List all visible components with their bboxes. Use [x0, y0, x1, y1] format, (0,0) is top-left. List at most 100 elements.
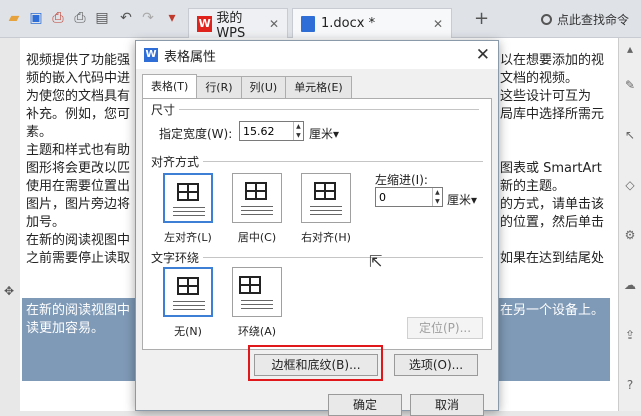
new-tab-icon[interactable]: + [474, 10, 489, 28]
close-icon[interactable]: ✕ [476, 45, 490, 65]
text-lines-icon [173, 301, 205, 313]
selected-line: 读更加容易。 [26, 321, 105, 336]
indent-unit-select[interactable]: 厘米▾ [447, 191, 477, 208]
ok-button[interactable]: 确定 [328, 394, 402, 416]
width-spinner[interactable]: ▲▼ [239, 121, 304, 141]
tab-table[interactable]: 表格(T) [142, 74, 198, 98]
tab-row[interactable]: 行(R) [196, 76, 242, 98]
size-section: 尺寸 [151, 101, 485, 118]
document-line-right: 如果在达到结尾处 [500, 251, 605, 266]
position-button[interactable]: 定位(P)... [407, 317, 483, 339]
print-icon[interactable]: ⎙ [72, 10, 88, 26]
wrap-none-label: 无(N) [174, 325, 202, 338]
command-search-label: 点此查找命令 [557, 13, 630, 27]
table-grid-icon [314, 182, 336, 200]
indent-stepper[interactable]: ▲ ▼ [431, 188, 442, 206]
dialog-title: 表格属性 [164, 49, 217, 65]
cancel-button[interactable]: 取消 [410, 394, 484, 416]
customize-toolbar-icon[interactable]: ▾ [164, 10, 180, 26]
indent-label: 左缩进(I): [375, 173, 428, 187]
property-icon[interactable]: ⚙ [623, 228, 637, 242]
share-icon[interactable]: ⇪ [623, 328, 637, 342]
tab-document[interactable]: 1.docx * ✕ [292, 8, 452, 38]
document-line-right [500, 142, 606, 160]
dialog-tabs: 表格(T) 行(R) 列(U) 单元格(E) [142, 74, 352, 98]
table-grid-icon [239, 276, 261, 294]
alignment-section: 对齐方式 [151, 153, 485, 170]
document-line-right: 以在想要添加的视 [500, 53, 605, 68]
document-line-right: 局库中选择所需元 [500, 107, 605, 122]
tab-cell[interactable]: 单元格(E) [285, 76, 352, 98]
document-line-right: 这些设计可互为 [500, 89, 592, 104]
print-preview-icon[interactable]: ▤ [94, 10, 110, 26]
text-lines-icon [241, 300, 273, 312]
wrapping-section-label: 文字环绕 [151, 251, 200, 265]
document-icon [301, 15, 315, 32]
document-text-right: 以在想要添加的视 文档的视频。 这些设计可互为 局库中选择所需元 图表或 SmartAr… [500, 52, 606, 268]
width-unit-select[interactable]: 厘米▾ [309, 125, 339, 142]
alignment-section-label: 对齐方式 [151, 155, 200, 169]
options-button[interactable]: 选项(O)... [394, 354, 478, 376]
tab-my-wps-label: 我的WPS [216, 10, 246, 41]
wrap-around-label: 环绕(A) [237, 325, 277, 338]
width-input[interactable] [240, 122, 293, 140]
undo-icon[interactable]: ↶ [118, 10, 134, 26]
indent-input[interactable] [376, 188, 432, 206]
text-lines-icon [310, 206, 342, 218]
align-right-option[interactable] [301, 173, 351, 223]
wps-writer-icon: W [144, 48, 158, 62]
indent-spinner[interactable]: ▲▼ [375, 187, 443, 207]
document-line-right: 新的主题。 [500, 179, 566, 194]
highlight-box [248, 345, 383, 381]
width-stepper[interactable]: ▲ ▼ [292, 122, 303, 140]
selected-text: 在新的阅读视图中 读更加容易。 [26, 302, 130, 338]
table-move-handle-icon[interactable]: ✥ [4, 284, 14, 298]
sidebar-expand-icon[interactable]: ▴ [623, 42, 637, 56]
wrapping-section: 文字环绕 [151, 249, 485, 266]
export-pdf-icon[interactable]: ⎙ [50, 10, 66, 26]
wps-logo-icon: W [197, 15, 213, 32]
align-left-option[interactable] [163, 173, 213, 223]
selected-text-right: 在另一个设备上。 [500, 303, 605, 318]
table-grid-icon [177, 277, 199, 295]
document-line-right: 图表或 SmartArt [500, 161, 602, 176]
wrap-around-option[interactable] [232, 267, 282, 317]
close-tab-icon[interactable]: ✕ [433, 17, 443, 31]
close-tab-icon[interactable]: ✕ [269, 17, 279, 31]
document-line-right: 的位置，然后单击 [500, 215, 605, 230]
table-grid-icon [245, 182, 267, 200]
shape-icon[interactable]: ◇ [623, 178, 637, 192]
redo-icon[interactable]: ↷ [140, 10, 156, 26]
backup-icon[interactable]: ☁ [623, 278, 637, 292]
document-line-right: 文档的视频。 [500, 71, 579, 86]
command-search[interactable]: 点此查找命令 [541, 11, 629, 28]
table-grid-icon [177, 183, 199, 201]
select-icon[interactable]: ↖ [623, 128, 637, 142]
table-tab-panel: 尺寸 指定宽度(W): ▲▼ 厘米▾ 对齐方式 左对齐(L) 居中(C) 右对齐… [142, 98, 492, 350]
align-center-label: 居中(C) [237, 231, 277, 244]
wrap-none-option[interactable] [163, 267, 213, 317]
document-line-right [500, 124, 606, 142]
align-center-option[interactable] [232, 173, 282, 223]
save-icon[interactable]: ▣ [28, 10, 44, 26]
open-folder-icon[interactable]: ▰ [6, 10, 22, 26]
text-lines-icon [241, 206, 273, 218]
search-icon [541, 14, 552, 25]
tab-column[interactable]: 列(U) [240, 76, 287, 98]
selected-line: 在新的阅读视图中 [26, 303, 131, 318]
tab-document-label: 1.docx * [321, 16, 376, 31]
right-sidebar: ▴ ✎ ↖ ◇ ⚙ ☁ ⇪ ? [618, 38, 641, 411]
dialog-titlebar[interactable]: W 表格属性 [136, 41, 498, 69]
help-icon[interactable]: ? [623, 378, 637, 392]
style-icon[interactable]: ✎ [623, 78, 637, 92]
width-label: 指定宽度(W): [159, 127, 233, 141]
document-line-right: 的方式，请单击该 [500, 197, 605, 212]
title-toolbar: ▰ ▣ ⎙ ⎙ ▤ ↶ ↷ ▾ W 我的WPS ✕ 1.docx * ✕ + 点… [0, 0, 641, 41]
tab-my-wps[interactable]: W 我的WPS ✕ [188, 8, 288, 41]
mouse-cursor-icon: ⇱ [369, 252, 383, 271]
align-left-label: 左对齐(L) [164, 231, 212, 244]
document-line-right [500, 232, 606, 250]
align-right-label: 右对齐(H) [301, 231, 351, 244]
text-lines-icon [173, 207, 205, 219]
size-section-label: 尺寸 [151, 103, 176, 117]
